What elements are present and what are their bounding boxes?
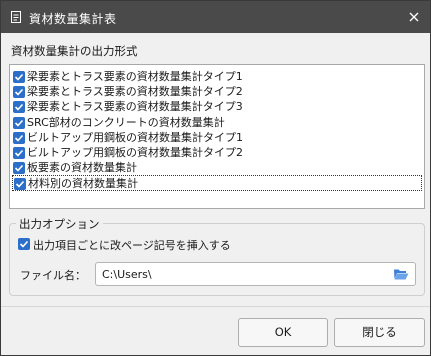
list-item-label: ビルトアップ用鋼板の資材数量集計タイプ2 bbox=[27, 146, 243, 159]
file-name-field[interactable]: C:\Users\ bbox=[95, 262, 416, 286]
dialog-window: 資材数量集計表 資材数量集計の出力形式 梁要素とトラス要素の資材数量集計タイプ1… bbox=[0, 0, 431, 356]
page-break-label[interactable]: 出力項目ごとに改ページ記号を挿入する bbox=[33, 237, 231, 253]
file-name-value[interactable]: C:\Users\ bbox=[102, 268, 152, 281]
list-item-label: 梁要素とトラス要素の資材数量集計タイプ2 bbox=[27, 85, 243, 98]
checkbox[interactable] bbox=[13, 147, 25, 159]
checkbox[interactable] bbox=[13, 86, 25, 98]
close-button[interactable]: 閉じる bbox=[334, 318, 425, 347]
list-item-label: 板要素の資材数量集計 bbox=[27, 161, 137, 174]
list-item-label: 梁要素とトラス要素の資材数量集計タイプ3 bbox=[27, 100, 243, 113]
divider bbox=[1, 306, 430, 307]
ok-button[interactable]: OK bbox=[238, 318, 328, 347]
output-format-label: 資材数量集計の出力形式 bbox=[11, 44, 138, 58]
list-item-label: 材料別の資材数量集計 bbox=[28, 177, 138, 190]
page-break-checkbox[interactable] bbox=[18, 238, 30, 250]
list-item[interactable]: SRC部材のコンクリートの資材数量集計 bbox=[12, 115, 422, 131]
checkbox[interactable] bbox=[13, 101, 25, 113]
document-icon bbox=[10, 11, 22, 23]
checkbox[interactable] bbox=[13, 162, 25, 174]
file-name-label: ファイル名： bbox=[20, 269, 86, 282]
list-item[interactable]: 板要素の資材数量集計 bbox=[12, 160, 422, 176]
checkbox[interactable] bbox=[13, 132, 25, 144]
list-item[interactable]: 梁要素とトラス要素の資材数量集計タイプ3 bbox=[12, 99, 422, 115]
list-item-label: SRC部材のコンクリートの資材数量集計 bbox=[27, 116, 225, 129]
close-icon[interactable] bbox=[402, 5, 426, 29]
window-title: 資材数量集計表 bbox=[29, 12, 117, 26]
list-item[interactable]: 梁要素とトラス要素の資材数量集計タイプ2 bbox=[12, 84, 422, 100]
folder-open-icon[interactable] bbox=[393, 267, 409, 281]
list-item-label: 梁要素とトラス要素の資材数量集計タイプ1 bbox=[27, 70, 243, 83]
list-item[interactable]: ビルトアップ用鋼板の資材数量集計タイプ1 bbox=[12, 130, 422, 146]
checkbox[interactable] bbox=[14, 178, 26, 190]
checkbox[interactable] bbox=[13, 71, 25, 83]
checkbox[interactable] bbox=[13, 117, 25, 129]
list-item[interactable]: ビルトアップ用鋼板の資材数量集計タイプ2 bbox=[12, 145, 422, 161]
list-item[interactable]: 梁要素とトラス要素の資材数量集計タイプ1 bbox=[12, 69, 422, 85]
title-bar[interactable]: 資材数量集計表 bbox=[1, 1, 430, 33]
output-options-title: 出力オプション bbox=[16, 216, 103, 232]
list-item[interactable]: 材料別の資材数量集計 bbox=[12, 175, 422, 191]
list-item-label: ビルトアップ用鋼板の資材数量集計タイプ1 bbox=[27, 131, 243, 144]
output-format-list[interactable]: 梁要素とトラス要素の資材数量集計タイプ1 梁要素とトラス要素の資材数量集計タイプ… bbox=[9, 64, 425, 209]
